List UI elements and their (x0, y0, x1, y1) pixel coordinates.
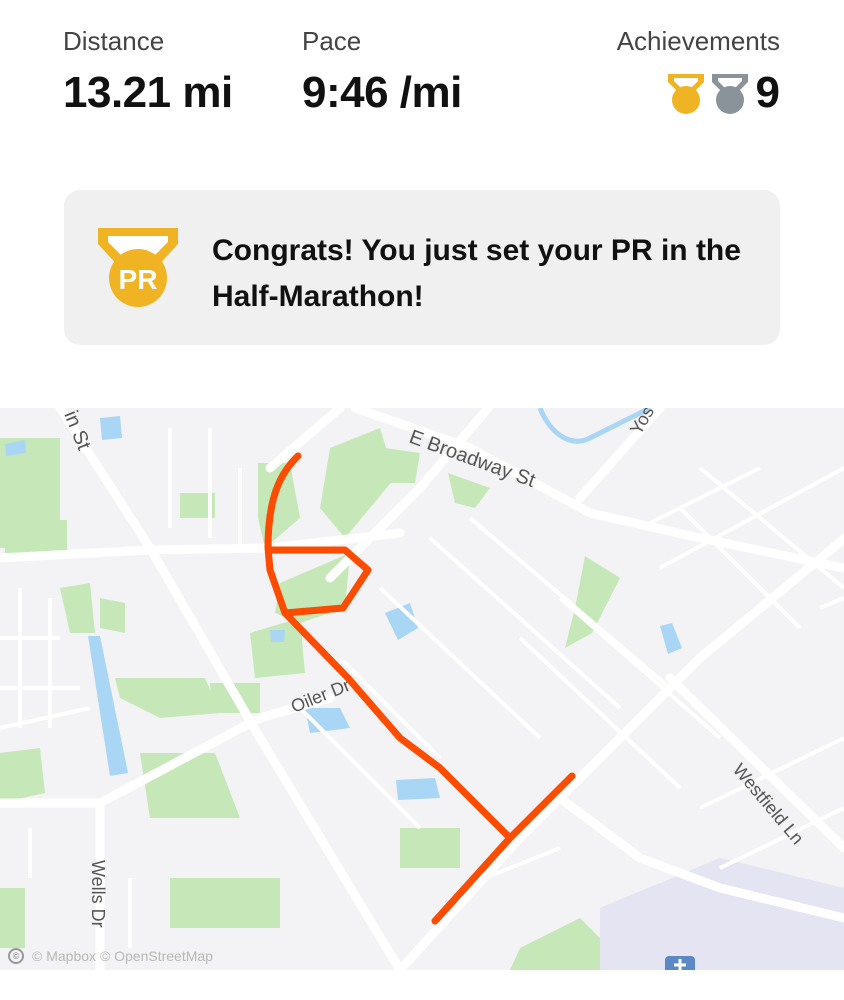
pr-message: Congrats! You just set your PR in the Ha… (212, 234, 741, 313)
pr-badge-text: PR (119, 264, 158, 295)
route-map[interactable]: E Broadway St in St Oiler Dr Westfield L… (0, 408, 844, 970)
distance-value: 13.21 mi (63, 68, 233, 117)
pr-medal-icon: PR (98, 228, 178, 307)
hospital-icon (665, 956, 695, 970)
pace-label: Pace (302, 26, 362, 56)
achievements-label: Achievements (616, 26, 780, 56)
pace-stat: Pace 9:46 /mi (302, 26, 462, 118)
pr-banner[interactable]: PR Congrats! You just set your PR in the… (64, 190, 780, 345)
pace-value: 9:46 /mi (302, 68, 462, 117)
achievements-count: 9 (755, 68, 780, 117)
gold-medal-icon (667, 74, 704, 114)
street-label-wells: Wells Dr (88, 860, 108, 928)
silver-medal-icon (711, 74, 748, 114)
map-canvas[interactable]: E Broadway St in St Oiler Dr Westfield L… (0, 408, 844, 970)
activity-stats: Distance 13.21 mi Pace 9:46 /mi Achievem… (0, 0, 844, 140)
distance-stat: Distance 13.21 mi (63, 26, 233, 118)
achievements-row[interactable]: 9 (617, 68, 780, 118)
achievements-stat[interactable]: Achievements 9 (617, 26, 780, 118)
map-attribution-text[interactable]: © Mapbox © OpenStreetMap (32, 948, 213, 964)
distance-label: Distance (63, 26, 165, 56)
mapbox-logo-icon[interactable]: © (8, 948, 24, 964)
map-attribution[interactable]: © © Mapbox © OpenStreetMap (8, 948, 213, 964)
